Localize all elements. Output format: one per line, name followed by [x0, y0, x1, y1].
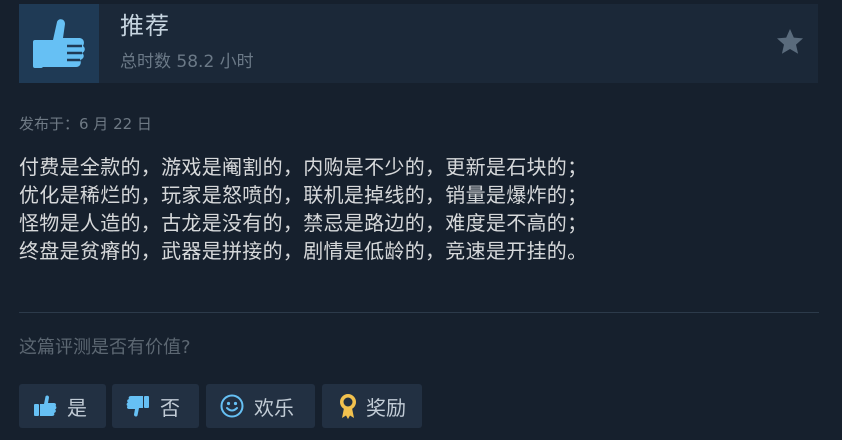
award-label: 奖励 — [366, 395, 406, 420]
vote-funny-button[interactable]: 欢乐 — [206, 384, 315, 428]
hours-played: 总时数 58.2 小时 — [120, 52, 254, 72]
smiley-icon — [216, 390, 248, 422]
vote-yes-button[interactable]: 是 — [19, 384, 106, 428]
award-button[interactable]: 奖励 — [322, 384, 422, 428]
review-header: 推荐 总时数 58.2 小时 — [19, 4, 818, 83]
review-verdict: 推荐 — [120, 12, 170, 40]
award-ribbon-icon — [332, 390, 364, 422]
vote-no-label: 否 — [160, 395, 180, 420]
divider — [19, 312, 819, 313]
review-line: 怪物是人造的，古龙是没有的，禁忌是路边的，难度是不高的； — [19, 211, 588, 235]
vote-no-button[interactable]: 否 — [112, 384, 199, 428]
thumbs-up-icon — [33, 18, 85, 68]
review-body: 付费是全款的，游戏是阉割的，内购是不少的，更新是石块的； 优化是稀烂的，玩家是怒… — [19, 153, 809, 265]
star-icon[interactable] — [774, 26, 806, 58]
review-line: 终盘是贫瘠的，武器是拼接的，剧情是低龄的，竞速是开挂的。 — [19, 239, 588, 263]
thumbs-down-icon — [122, 390, 154, 422]
helpful-question: 这篇评测是否有价值? — [19, 337, 191, 358]
posted-date: 发布于：6 月 22 日 — [19, 115, 152, 133]
review-line: 付费是全款的，游戏是阉割的，内购是不少的，更新是石块的； — [19, 155, 588, 179]
recommended-thumb-box — [19, 4, 99, 83]
vote-yes-label: 是 — [67, 395, 87, 420]
vote-funny-label: 欢乐 — [254, 395, 294, 420]
review-line: 优化是稀烂的，玩家是怒喷的，联机是掉线的，销量是爆炸的； — [19, 183, 588, 207]
thumbs-up-icon — [29, 390, 61, 422]
